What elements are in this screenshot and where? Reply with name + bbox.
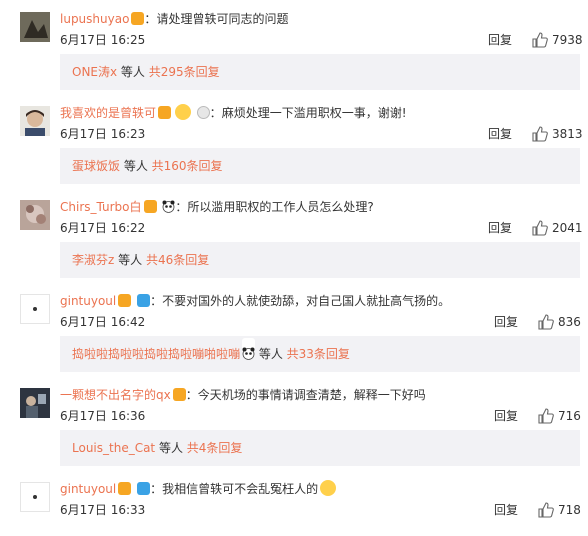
comment-time: 6月17日 16:23 bbox=[60, 127, 146, 141]
comment-item: gintuyoul ：我相信曾轶可不会乱冤枉人的 6月17日 16:33 回复 … bbox=[0, 470, 588, 536]
reply-count-link[interactable]: 共160条回复 bbox=[152, 159, 223, 173]
thumbs-up-icon[interactable] bbox=[538, 314, 554, 330]
like-count: 3813 bbox=[552, 127, 583, 141]
username[interactable]: 我喜欢的是曾轶可 bbox=[60, 106, 156, 120]
thumbs-up-icon[interactable] bbox=[532, 220, 548, 236]
reply-middle: 等人 bbox=[114, 253, 146, 267]
comment-text: 不要对国外的人就使劲舔，对自己国人就扯高气扬的。 bbox=[162, 294, 451, 308]
reply-middle: 等人 bbox=[255, 347, 287, 361]
ring-badge-icon bbox=[196, 106, 210, 119]
comment-item: 我喜欢的是曾轶可 ：麻烦处理一下滥用职权一事，谢谢! 6月17日 16:23 回… bbox=[0, 94, 588, 188]
reply-summary[interactable]: 李淑芬z 等人 共46条回复 bbox=[60, 242, 580, 278]
avatar[interactable] bbox=[20, 482, 50, 512]
reply-middle: 等人 bbox=[155, 441, 187, 455]
colon: ： bbox=[209, 106, 222, 120]
colon: ： bbox=[175, 200, 188, 214]
reply-names[interactable]: Louis_the_Cat bbox=[72, 441, 155, 455]
avatar[interactable] bbox=[20, 200, 50, 230]
reply-summary[interactable]: ONE涛x 等人 共295条回复 bbox=[60, 54, 580, 90]
thumbs-up-icon[interactable] bbox=[532, 126, 548, 142]
colon: ： bbox=[150, 482, 163, 496]
comment-text: 今天机场的事情请调查清楚，解释一下好吗 bbox=[197, 388, 426, 402]
reply-count-link[interactable]: 共295条回复 bbox=[149, 65, 220, 79]
reply-button[interactable]: 回复 bbox=[494, 407, 518, 425]
reply-summary[interactable]: 蛋球饭饭 等人 共160条回复 bbox=[60, 148, 580, 184]
laughing-emoji-icon bbox=[174, 104, 191, 120]
username[interactable]: gintuyoul bbox=[60, 482, 116, 496]
like-count: 2041 bbox=[552, 221, 583, 235]
comment-text: 我相信曾轶可不会乱冤枉人的 bbox=[162, 482, 319, 496]
reply-button[interactable]: 回复 bbox=[494, 313, 518, 331]
username[interactable]: gintuyoul bbox=[60, 294, 116, 308]
like-count: 718 bbox=[558, 503, 581, 517]
avatar[interactable] bbox=[20, 388, 50, 418]
member-badge-icon bbox=[118, 294, 132, 307]
comment-text: 麻烦处理一下滥用职权一事，谢谢! bbox=[221, 106, 407, 120]
thumbs-up-icon[interactable] bbox=[538, 408, 554, 424]
reply-button[interactable]: 回复 bbox=[488, 219, 512, 237]
comment-time: 6月17日 16:25 bbox=[60, 33, 146, 47]
comment-time: 6月17日 16:33 bbox=[60, 503, 146, 517]
comment-time: 6月17日 16:42 bbox=[60, 315, 146, 329]
avatar[interactable] bbox=[20, 12, 50, 42]
comment-item: gintuyoul ：不要对国外的人就使劲舔，对自己国人就扯高气扬的。 6月17… bbox=[0, 282, 588, 376]
comment-item: Chirs_Turbo白 ：所以滥用职权的工作人员怎么处理? 6月17日 16:… bbox=[0, 188, 588, 282]
colon: ： bbox=[150, 294, 163, 308]
username[interactable]: 一颗想不出名字的qx bbox=[60, 388, 171, 402]
reply-summary[interactable]: Louis_the_Cat 等人 共4条回复 bbox=[60, 430, 580, 466]
comment-item: lupushuyao ：请处理曾轶可同志的问题 6月17日 16:25 回复 79… bbox=[0, 0, 588, 94]
like-count: 716 bbox=[558, 409, 581, 423]
like-count: 7938 bbox=[552, 33, 583, 47]
reply-count-link[interactable]: 共33条回复 bbox=[287, 347, 350, 361]
member-badge-icon bbox=[131, 12, 145, 25]
reply-count-link[interactable]: 共4条回复 bbox=[187, 441, 243, 455]
avatar[interactable] bbox=[20, 294, 50, 324]
like-count: 836 bbox=[558, 315, 581, 329]
reply-names[interactable]: ONE涛x bbox=[72, 65, 117, 79]
comment-time: 6月17日 16:36 bbox=[60, 409, 146, 423]
reply-count-link[interactable]: 共46条回复 bbox=[146, 253, 209, 267]
reply-summary[interactable]: 捣啦啦捣啦啦捣啦捣啦嘣啪啦嘣 等人 共33条回复 bbox=[60, 336, 580, 372]
comment-text: 请处理曾轶可同志的问题 bbox=[156, 12, 289, 26]
member-badge-icon bbox=[143, 200, 157, 213]
reply-middle: 等人 bbox=[117, 65, 149, 79]
reply-button[interactable]: 回复 bbox=[488, 125, 512, 143]
thumbs-up-icon[interactable] bbox=[538, 502, 554, 518]
colon: ： bbox=[144, 12, 157, 26]
thumbs-up-icon[interactable] bbox=[532, 32, 548, 48]
panda-badge-icon bbox=[162, 200, 176, 213]
reply-names[interactable]: 捣啦啦捣啦啦捣啦捣啦嘣啪啦嘣 bbox=[72, 347, 240, 361]
reply-button[interactable]: 回复 bbox=[488, 31, 512, 49]
reply-names[interactable]: 李淑芬z bbox=[72, 253, 114, 267]
username[interactable]: lupushuyao bbox=[60, 12, 129, 26]
member-badge-icon bbox=[118, 482, 132, 495]
panda-badge-icon bbox=[242, 338, 256, 360]
member-badge-icon bbox=[172, 388, 186, 401]
comment-time: 6月17日 16:22 bbox=[60, 221, 146, 235]
reply-middle: 等人 bbox=[120, 159, 152, 173]
comment-item: 一颗想不出名字的qx ：今天机场的事情请调查清楚，解释一下好吗 6月17日 16:… bbox=[0, 376, 588, 470]
member-badge-icon bbox=[158, 106, 172, 119]
reply-button[interactable]: 回复 bbox=[494, 501, 518, 519]
colon: ： bbox=[185, 388, 198, 402]
reply-names[interactable]: 蛋球饭饭 bbox=[72, 159, 120, 173]
verified-badge-icon bbox=[137, 294, 151, 307]
avatar[interactable] bbox=[20, 106, 50, 136]
verified-badge-icon bbox=[137, 482, 151, 495]
username[interactable]: Chirs_Turbo白 bbox=[60, 200, 142, 214]
comment-text: 所以滥用职权的工作人员怎么处理? bbox=[187, 200, 374, 214]
smile-emoji-icon bbox=[320, 480, 337, 496]
